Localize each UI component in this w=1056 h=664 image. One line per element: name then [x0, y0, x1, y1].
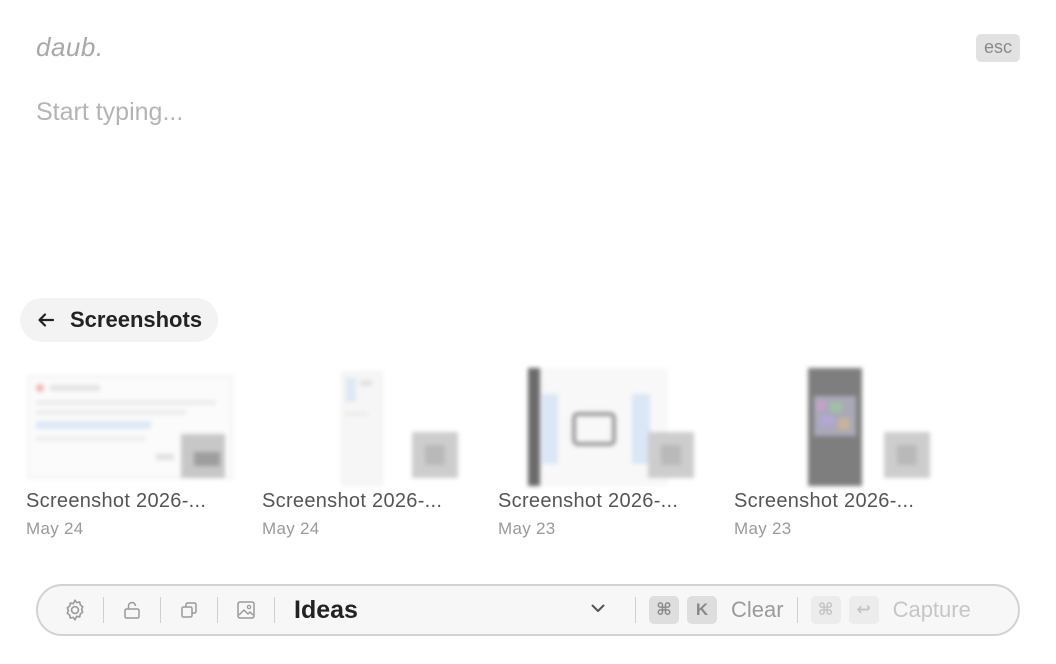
- screenshot-name: Screenshot 2026-...: [734, 490, 915, 512]
- screenshot-thumbnail: [26, 368, 234, 486]
- screenshot-grid: Screenshot 2026-... May 24 Screenshot 20…: [26, 368, 942, 539]
- gear-icon[interactable]: [60, 595, 90, 625]
- arrow-left-icon: [36, 310, 56, 330]
- toolbar-divider: [274, 597, 275, 623]
- screenshot-thumbnail: [262, 368, 470, 486]
- capture-button[interactable]: ⌘ ↩ Capture: [810, 596, 971, 624]
- back-button[interactable]: Screenshots: [20, 298, 219, 342]
- bottom-toolbar: Ideas ⌘ K Clear ⌘ ↩ Capture: [36, 584, 1020, 636]
- screenshot-thumbnail: [734, 368, 942, 486]
- note-input[interactable]: [36, 98, 1016, 268]
- back-label: Screenshots: [70, 307, 203, 332]
- lock-icon[interactable]: [117, 595, 147, 625]
- screenshot-date: May 23: [498, 519, 556, 538]
- toolbar-divider: [217, 597, 218, 623]
- app-logo: daub.: [36, 32, 104, 62]
- copy-icon[interactable]: [174, 595, 204, 625]
- folder-select[interactable]: Ideas: [288, 596, 622, 625]
- screenshot-item[interactable]: Screenshot 2026-... May 24: [26, 368, 234, 539]
- screenshot-item[interactable]: Screenshot 2026-... May 24: [262, 368, 470, 539]
- k-key-badge: K: [687, 596, 717, 624]
- capture-label: Capture: [892, 597, 971, 622]
- folder-name: Ideas: [294, 595, 358, 624]
- screenshot-name: Screenshot 2026-...: [262, 490, 443, 512]
- screenshot-date: May 24: [26, 519, 84, 538]
- toolbar-divider: [160, 597, 161, 623]
- return-key-badge: ↩: [848, 596, 879, 624]
- image-icon[interactable]: [231, 595, 261, 625]
- toolbar-divider: [635, 597, 636, 623]
- screenshot-name: Screenshot 2026-...: [498, 490, 679, 512]
- esc-button[interactable]: esc: [975, 34, 1020, 62]
- screenshot-name: Screenshot 2026-...: [26, 490, 207, 512]
- toolbar-divider: [796, 597, 798, 623]
- screenshot-item[interactable]: Screenshot 2026-... May 23: [498, 368, 706, 539]
- toolbar-divider: [103, 597, 104, 623]
- command-key-badge: ⌘: [810, 596, 841, 624]
- command-key-badge: ⌘: [649, 596, 679, 624]
- screenshot-item[interactable]: Screenshot 2026-... May 23: [734, 368, 942, 539]
- clear-button[interactable]: ⌘ K Clear: [649, 596, 784, 624]
- screenshot-date: May 23: [734, 519, 792, 538]
- screenshot-thumbnail: [498, 368, 706, 486]
- capture-window: daub. esc Screenshots: [0, 0, 1056, 664]
- screenshot-date: May 24: [262, 519, 320, 538]
- clear-label: Clear: [731, 597, 784, 622]
- chevron-down-icon: [588, 598, 608, 623]
